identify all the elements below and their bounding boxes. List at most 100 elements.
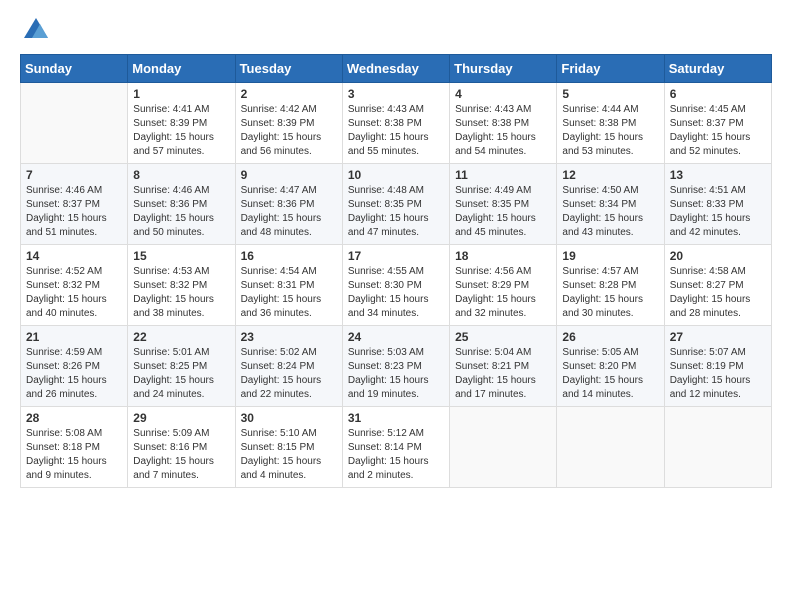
day-number: 26: [562, 330, 658, 344]
day-info: Sunrise: 4:46 AMSunset: 8:36 PMDaylight:…: [133, 184, 229, 240]
calendar-cell: 29 Sunrise: 5:09 AMSunset: 8:16 PMDaylig…: [128, 407, 235, 488]
calendar-cell: [664, 407, 771, 488]
day-number: 16: [241, 249, 337, 263]
calendar-cell: 16 Sunrise: 4:54 AMSunset: 8:31 PMDaylig…: [235, 245, 342, 326]
calendar-cell: 24 Sunrise: 5:03 AMSunset: 8:23 PMDaylig…: [342, 326, 449, 407]
weekday-header-row: SundayMondayTuesdayWednesdayThursdayFrid…: [21, 55, 772, 83]
weekday-header-monday: Monday: [128, 55, 235, 83]
calendar-cell: 30 Sunrise: 5:10 AMSunset: 8:15 PMDaylig…: [235, 407, 342, 488]
day-number: 15: [133, 249, 229, 263]
day-number: 5: [562, 87, 658, 101]
calendar-cell: 17 Sunrise: 4:55 AMSunset: 8:30 PMDaylig…: [342, 245, 449, 326]
calendar-cell: 10 Sunrise: 4:48 AMSunset: 8:35 PMDaylig…: [342, 164, 449, 245]
day-number: 6: [670, 87, 766, 101]
calendar-week-row: 28 Sunrise: 5:08 AMSunset: 8:18 PMDaylig…: [21, 407, 772, 488]
day-number: 3: [348, 87, 444, 101]
day-info: Sunrise: 4:41 AMSunset: 8:39 PMDaylight:…: [133, 103, 229, 159]
calendar-cell: 11 Sunrise: 4:49 AMSunset: 8:35 PMDaylig…: [450, 164, 557, 245]
day-info: Sunrise: 4:49 AMSunset: 8:35 PMDaylight:…: [455, 184, 551, 240]
day-number: 11: [455, 168, 551, 182]
day-info: Sunrise: 4:48 AMSunset: 8:35 PMDaylight:…: [348, 184, 444, 240]
calendar-cell: 26 Sunrise: 5:05 AMSunset: 8:20 PMDaylig…: [557, 326, 664, 407]
day-number: 1: [133, 87, 229, 101]
day-info: Sunrise: 4:42 AMSunset: 8:39 PMDaylight:…: [241, 103, 337, 159]
day-number: 31: [348, 411, 444, 425]
day-info: Sunrise: 4:56 AMSunset: 8:29 PMDaylight:…: [455, 265, 551, 321]
day-info: Sunrise: 5:02 AMSunset: 8:24 PMDaylight:…: [241, 346, 337, 402]
day-info: Sunrise: 4:55 AMSunset: 8:30 PMDaylight:…: [348, 265, 444, 321]
day-number: 7: [26, 168, 122, 182]
calendar-cell: 9 Sunrise: 4:47 AMSunset: 8:36 PMDayligh…: [235, 164, 342, 245]
weekday-header-wednesday: Wednesday: [342, 55, 449, 83]
weekday-header-sunday: Sunday: [21, 55, 128, 83]
calendar-cell: 22 Sunrise: 5:01 AMSunset: 8:25 PMDaylig…: [128, 326, 235, 407]
day-info: Sunrise: 4:43 AMSunset: 8:38 PMDaylight:…: [348, 103, 444, 159]
day-number: 30: [241, 411, 337, 425]
day-info: Sunrise: 4:50 AMSunset: 8:34 PMDaylight:…: [562, 184, 658, 240]
day-number: 12: [562, 168, 658, 182]
day-number: 27: [670, 330, 766, 344]
calendar-cell: 19 Sunrise: 4:57 AMSunset: 8:28 PMDaylig…: [557, 245, 664, 326]
day-number: 4: [455, 87, 551, 101]
day-info: Sunrise: 5:05 AMSunset: 8:20 PMDaylight:…: [562, 346, 658, 402]
calendar-cell: 14 Sunrise: 4:52 AMSunset: 8:32 PMDaylig…: [21, 245, 128, 326]
day-info: Sunrise: 4:43 AMSunset: 8:38 PMDaylight:…: [455, 103, 551, 159]
day-info: Sunrise: 5:07 AMSunset: 8:19 PMDaylight:…: [670, 346, 766, 402]
day-info: Sunrise: 5:01 AMSunset: 8:25 PMDaylight:…: [133, 346, 229, 402]
day-number: 24: [348, 330, 444, 344]
calendar-week-row: 21 Sunrise: 4:59 AMSunset: 8:26 PMDaylig…: [21, 326, 772, 407]
day-info: Sunrise: 4:44 AMSunset: 8:38 PMDaylight:…: [562, 103, 658, 159]
weekday-header-tuesday: Tuesday: [235, 55, 342, 83]
calendar-cell: 5 Sunrise: 4:44 AMSunset: 8:38 PMDayligh…: [557, 83, 664, 164]
day-number: 10: [348, 168, 444, 182]
day-number: 20: [670, 249, 766, 263]
calendar-cell: [557, 407, 664, 488]
calendar-table: SundayMondayTuesdayWednesdayThursdayFrid…: [20, 54, 772, 488]
calendar-cell: 12 Sunrise: 4:50 AMSunset: 8:34 PMDaylig…: [557, 164, 664, 245]
day-number: 29: [133, 411, 229, 425]
day-number: 13: [670, 168, 766, 182]
calendar-cell: 7 Sunrise: 4:46 AMSunset: 8:37 PMDayligh…: [21, 164, 128, 245]
day-number: 8: [133, 168, 229, 182]
calendar-cell: 28 Sunrise: 5:08 AMSunset: 8:18 PMDaylig…: [21, 407, 128, 488]
calendar-cell: 27 Sunrise: 5:07 AMSunset: 8:19 PMDaylig…: [664, 326, 771, 407]
calendar-cell: 8 Sunrise: 4:46 AMSunset: 8:36 PMDayligh…: [128, 164, 235, 245]
calendar-week-row: 7 Sunrise: 4:46 AMSunset: 8:37 PMDayligh…: [21, 164, 772, 245]
day-info: Sunrise: 4:58 AMSunset: 8:27 PMDaylight:…: [670, 265, 766, 321]
calendar-cell: 21 Sunrise: 4:59 AMSunset: 8:26 PMDaylig…: [21, 326, 128, 407]
calendar-cell: 6 Sunrise: 4:45 AMSunset: 8:37 PMDayligh…: [664, 83, 771, 164]
day-number: 14: [26, 249, 122, 263]
day-number: 28: [26, 411, 122, 425]
weekday-header-friday: Friday: [557, 55, 664, 83]
calendar-cell: 23 Sunrise: 5:02 AMSunset: 8:24 PMDaylig…: [235, 326, 342, 407]
weekday-header-saturday: Saturday: [664, 55, 771, 83]
calendar-cell: 1 Sunrise: 4:41 AMSunset: 8:39 PMDayligh…: [128, 83, 235, 164]
day-number: 9: [241, 168, 337, 182]
calendar-cell: 31 Sunrise: 5:12 AMSunset: 8:14 PMDaylig…: [342, 407, 449, 488]
day-number: 25: [455, 330, 551, 344]
day-number: 23: [241, 330, 337, 344]
calendar-week-row: 1 Sunrise: 4:41 AMSunset: 8:39 PMDayligh…: [21, 83, 772, 164]
day-number: 17: [348, 249, 444, 263]
day-info: Sunrise: 5:04 AMSunset: 8:21 PMDaylight:…: [455, 346, 551, 402]
calendar-cell: 25 Sunrise: 5:04 AMSunset: 8:21 PMDaylig…: [450, 326, 557, 407]
day-info: Sunrise: 4:52 AMSunset: 8:32 PMDaylight:…: [26, 265, 122, 321]
calendar-cell: 15 Sunrise: 4:53 AMSunset: 8:32 PMDaylig…: [128, 245, 235, 326]
calendar-cell: [450, 407, 557, 488]
logo-icon: [22, 16, 50, 44]
day-info: Sunrise: 5:10 AMSunset: 8:15 PMDaylight:…: [241, 427, 337, 483]
calendar-cell: 13 Sunrise: 4:51 AMSunset: 8:33 PMDaylig…: [664, 164, 771, 245]
day-info: Sunrise: 4:45 AMSunset: 8:37 PMDaylight:…: [670, 103, 766, 159]
calendar-cell: 18 Sunrise: 4:56 AMSunset: 8:29 PMDaylig…: [450, 245, 557, 326]
day-info: Sunrise: 4:46 AMSunset: 8:37 PMDaylight:…: [26, 184, 122, 240]
day-info: Sunrise: 4:51 AMSunset: 8:33 PMDaylight:…: [670, 184, 766, 240]
day-number: 19: [562, 249, 658, 263]
page-header: [20, 16, 772, 44]
day-info: Sunrise: 4:53 AMSunset: 8:32 PMDaylight:…: [133, 265, 229, 321]
calendar-cell: [21, 83, 128, 164]
calendar-cell: 3 Sunrise: 4:43 AMSunset: 8:38 PMDayligh…: [342, 83, 449, 164]
day-number: 21: [26, 330, 122, 344]
day-number: 22: [133, 330, 229, 344]
calendar-cell: 4 Sunrise: 4:43 AMSunset: 8:38 PMDayligh…: [450, 83, 557, 164]
day-info: Sunrise: 4:59 AMSunset: 8:26 PMDaylight:…: [26, 346, 122, 402]
